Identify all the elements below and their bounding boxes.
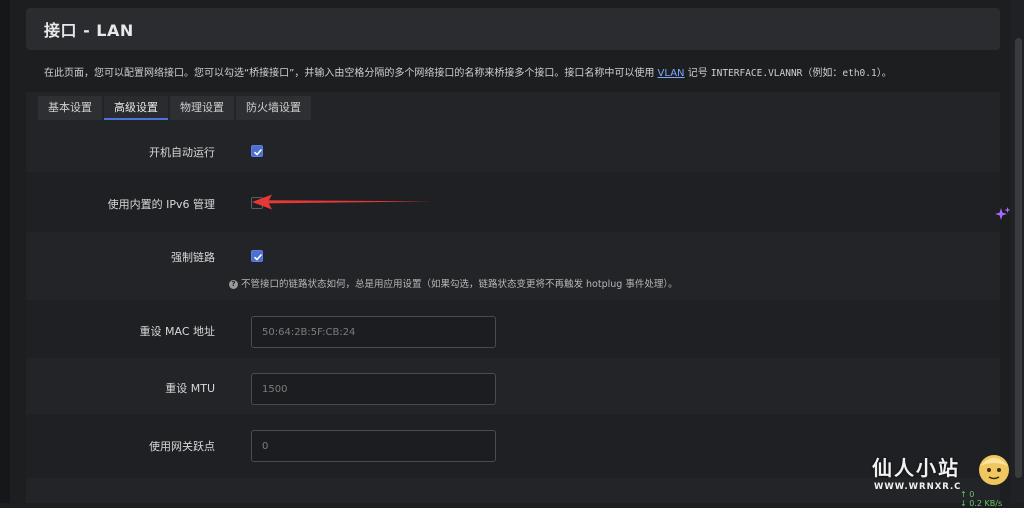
mascot-logo-icon — [979, 455, 1009, 485]
row-mtu: 重设 MTU — [26, 358, 1000, 414]
auto-start-label: 开机自动运行 — [149, 146, 215, 159]
description-text-1: 在此页面，您可以配置网络接口。您可以勾选“桥接接口”，并输入由空格分隔的多个网络… — [44, 68, 658, 79]
help-icon: ? — [229, 280, 238, 289]
watermark-title: 仙人小站 — [872, 456, 960, 480]
mtu-input[interactable] — [251, 373, 496, 405]
force-link-label: 强制链路 — [171, 251, 215, 264]
left-edge-strip — [0, 0, 10, 503]
example-code: eth0.1 — [842, 68, 877, 79]
tab-label: 高级设置 — [114, 101, 158, 114]
tab-label: 物理设置 — [180, 101, 224, 114]
description-text-4: ）。 — [876, 68, 892, 79]
annotation-arrow-icon — [252, 194, 432, 210]
hint-text: 不管接口的链路状态如何，总是用应用设置（如果勾选，链路状态变更将不再触发 hot… — [241, 279, 678, 290]
description-text-3: （例如： — [802, 68, 843, 79]
gateway-metric-label: 使用网关跃点 — [149, 440, 215, 453]
row-mac: 重设 MAC 地址 — [26, 300, 1000, 358]
speed-up: ↑ 0 — [960, 490, 975, 499]
tab-advanced[interactable]: 高级设置 — [104, 96, 168, 120]
checkmark-icon — [253, 148, 263, 156]
row-auto-start: 开机自动运行 — [26, 128, 1000, 172]
page-description: 在此页面，您可以配置网络接口。您可以勾选“桥接接口”，并输入由空格分隔的多个网络… — [44, 64, 892, 79]
sparkle-icon[interactable] — [994, 206, 1012, 224]
description-text-2: 记号 — [684, 68, 711, 79]
gateway-metric-input[interactable] — [251, 430, 496, 462]
builtin-ipv6-label: 使用内置的 IPv6 管理 — [107, 198, 215, 211]
vlan-notation-code: INTERFACE.VLANNR — [710, 68, 803, 79]
scrollbar-thumb[interactable] — [1015, 38, 1022, 478]
mtu-label: 重设 MTU — [165, 382, 215, 395]
network-speed: ↑ 0 ↓ 0.2 KB/s — [960, 490, 1002, 508]
checkmark-icon — [253, 253, 263, 261]
watermark-url: WWW.WRNXR.C — [874, 482, 962, 492]
force-link-checkbox[interactable] — [251, 250, 263, 262]
tab-label: 防火墙设置 — [246, 101, 301, 114]
settings-tabs: 基本设置 高级设置 物理设置 防火墙设置 — [38, 96, 311, 120]
mac-label: 重设 MAC 地址 — [139, 325, 216, 338]
row-gateway-metric: 使用网关跃点 — [26, 414, 1000, 478]
tab-physical[interactable]: 物理设置 — [170, 96, 234, 120]
row-builtin-ipv6: 使用内置的 IPv6 管理 — [26, 172, 1000, 232]
force-link-hint: ? 不管接口的链路状态如何，总是用应用设置（如果勾选，链路状态变更将不再触发 ho… — [229, 276, 678, 290]
watermark: 仙人小站 WWW.WRNXR.C ↑ 0 ↓ 0.2 KB/s — [870, 448, 1020, 508]
page-title: 接口 - LAN — [44, 21, 134, 40]
mac-input[interactable] — [251, 316, 496, 348]
tab-firewall[interactable]: 防火墙设置 — [236, 96, 311, 120]
vlan-link[interactable]: VLAN — [658, 68, 685, 79]
speed-down: ↓ 0.2 KB/s — [960, 499, 1003, 508]
tab-basic[interactable]: 基本设置 — [38, 96, 102, 120]
auto-start-checkbox[interactable] — [251, 145, 263, 157]
page-header: 接口 - LAN — [26, 8, 1000, 50]
tab-label: 基本设置 — [48, 101, 92, 114]
